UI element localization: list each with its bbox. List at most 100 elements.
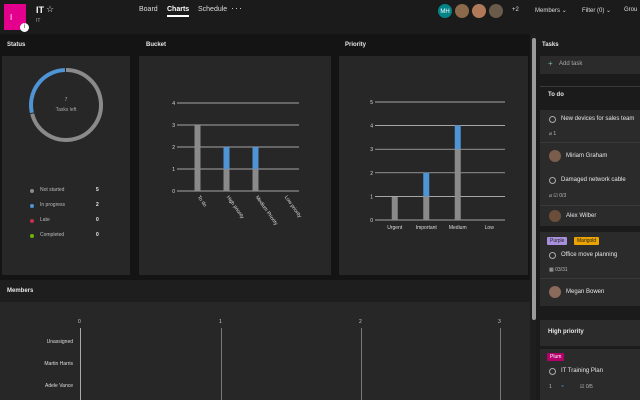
x-tick-label: Medium	[449, 225, 467, 231]
complete-checkbox[interactable]	[549, 177, 556, 184]
status-title: Status	[7, 42, 26, 48]
favorite-star-icon[interactable]: ☆	[46, 4, 54, 15]
members-title: Members	[7, 288, 34, 294]
grid-line	[361, 328, 362, 400]
bar	[223, 147, 230, 169]
task-title: IT Training Plan	[561, 368, 603, 374]
member-row-label: Unassigned	[46, 339, 73, 345]
bar	[223, 169, 230, 191]
attachment-icon: ⌀ 1	[549, 131, 557, 137]
bar	[423, 196, 430, 220]
assignee-avatar[interactable]	[549, 150, 561, 162]
plan-info-icon[interactable]: i	[20, 23, 29, 32]
add-task-button[interactable]: + Add task	[540, 56, 640, 74]
complete-checkbox[interactable]	[549, 368, 556, 375]
bucket-header-todo: To do	[548, 92, 564, 98]
filter-button[interactable]: Filter (0) ⌄	[582, 7, 611, 14]
x-tick-label: Low	[485, 225, 495, 231]
label-marigold: Marigold	[574, 237, 600, 245]
priority-title: Priority	[345, 42, 367, 48]
label-plum: Plum	[547, 353, 565, 361]
members-section: Members 0 1 2 3 Unassigned Martin Harris…	[0, 280, 530, 400]
assignee-name: Alex Wilber	[566, 213, 597, 219]
bar	[194, 125, 201, 191]
task-card[interactable]: Damaged network cable ⌀ ☑ 0/3 Alex Wilbe…	[540, 169, 640, 226]
bar	[252, 169, 259, 191]
member-row-label: Adele Vance	[45, 383, 73, 389]
bar	[391, 196, 398, 220]
legend-item-completed[interactable]: Completed 0	[30, 232, 110, 247]
assignee-avatar[interactable]	[549, 210, 561, 222]
status-legend: Not started 5 In progress 2 Late 0 Compl…	[30, 187, 110, 247]
y-tick-label: 5	[370, 100, 373, 106]
tab-board[interactable]: Board	[139, 6, 158, 13]
bucket-title: Bucket	[146, 42, 167, 48]
tab-charts[interactable]: Charts	[167, 6, 190, 17]
assignee-avatar[interactable]	[549, 286, 561, 298]
axis-tick: 1	[219, 319, 222, 325]
bar	[423, 172, 430, 197]
legend-item-in-progress[interactable]: In progress 2	[30, 202, 110, 217]
complete-checkbox[interactable]	[549, 252, 556, 259]
priority-bar-chart: 0 1 2 3 4 5 Urgent Important Medium Low	[370, 100, 505, 231]
chevron-down-icon: ⌄	[561, 8, 567, 14]
checklist-icon: ☑ 0/5	[580, 384, 593, 390]
plan-title: IT	[36, 5, 44, 15]
axis-tick: 2	[359, 319, 362, 325]
tasks-panel-title: Tasks	[542, 42, 559, 48]
progress-icon: ◒	[561, 383, 565, 389]
tasks-left-count: 7	[64, 97, 68, 103]
task-card[interactable]: Plum IT Training Plan 1 ◒ ☑ 0/5	[540, 349, 640, 400]
bucket-header-high-priority: High priority	[540, 320, 640, 346]
plus-icon: +	[548, 59, 553, 68]
y-tick-label: 1	[370, 194, 373, 200]
chevron-down-icon: ⌄	[606, 8, 612, 14]
attachment-icon: 1	[549, 384, 552, 390]
assignee-name: Miriam Graham	[566, 153, 608, 159]
members-chart: 0 1 2 3 Unassigned Martin Harris Adele V…	[0, 302, 530, 400]
y-tick-label: 0	[370, 218, 373, 224]
member-avatar[interactable]	[488, 3, 504, 19]
task-title: Damaged network cable	[561, 177, 626, 183]
y-tick-label: 4	[370, 124, 373, 130]
member-avatar-mh[interactable]: MH	[437, 3, 453, 19]
bar	[252, 147, 259, 169]
priority-card: 0 1 2 3 4 5 Urgent Important Medium Low	[339, 56, 528, 275]
complete-checkbox[interactable]	[549, 116, 556, 123]
y-tick-label: 0	[172, 189, 175, 195]
axis-tick: 0	[78, 319, 81, 325]
more-members-count[interactable]: +2	[512, 7, 519, 13]
checklist-icon: ⌀ ☑ 0/3	[549, 193, 567, 199]
x-tick-label: Important	[416, 225, 438, 231]
y-tick-label: 2	[370, 171, 373, 177]
bar	[454, 125, 461, 150]
bar	[454, 149, 461, 220]
bucket-bar-chart: 0 1 2 3 4 To do High priority Medium Priority Lo…	[172, 101, 303, 227]
x-tick-label: Urgent	[387, 225, 403, 231]
axis-line	[80, 328, 81, 400]
member-avatar[interactable]	[471, 3, 487, 19]
task-card[interactable]: Purple Marigold Office move planning ▦ 0…	[540, 232, 640, 306]
y-tick-label: 3	[370, 147, 373, 153]
task-title: Office move planning	[561, 252, 618, 258]
legend-item-not-started[interactable]: Not started 5	[30, 187, 110, 202]
y-tick-label: 1	[172, 167, 175, 173]
plan-avatar[interactable]: I i	[4, 4, 29, 32]
bucket-card: 0 1 2 3 4 To do High priority Medium Priority Lo…	[139, 56, 331, 275]
tab-schedule[interactable]: Schedule	[198, 6, 227, 13]
x-tick-label: Low priority	[283, 195, 303, 220]
x-tick-label: To do	[196, 195, 208, 209]
group-by-button[interactable]: Grou	[624, 7, 637, 13]
legend-item-late[interactable]: Late 0	[30, 217, 110, 232]
label-purple: Purple	[547, 237, 568, 245]
more-options-icon[interactable]: ···	[231, 3, 243, 13]
task-card[interactable]: New devices for sales team ⌀ 1 Miriam Gr…	[540, 110, 640, 170]
members-button[interactable]: Members ⌄	[535, 7, 567, 14]
plan-initial: I	[10, 13, 13, 22]
assignee-name: Megan Bowen	[566, 289, 605, 295]
grid-line	[221, 328, 222, 400]
checklist-icon: ▦ 03/31	[549, 267, 568, 273]
axis-tick: 3	[498, 319, 501, 325]
y-tick-label: 3	[172, 123, 175, 129]
member-avatar[interactable]	[454, 3, 470, 19]
